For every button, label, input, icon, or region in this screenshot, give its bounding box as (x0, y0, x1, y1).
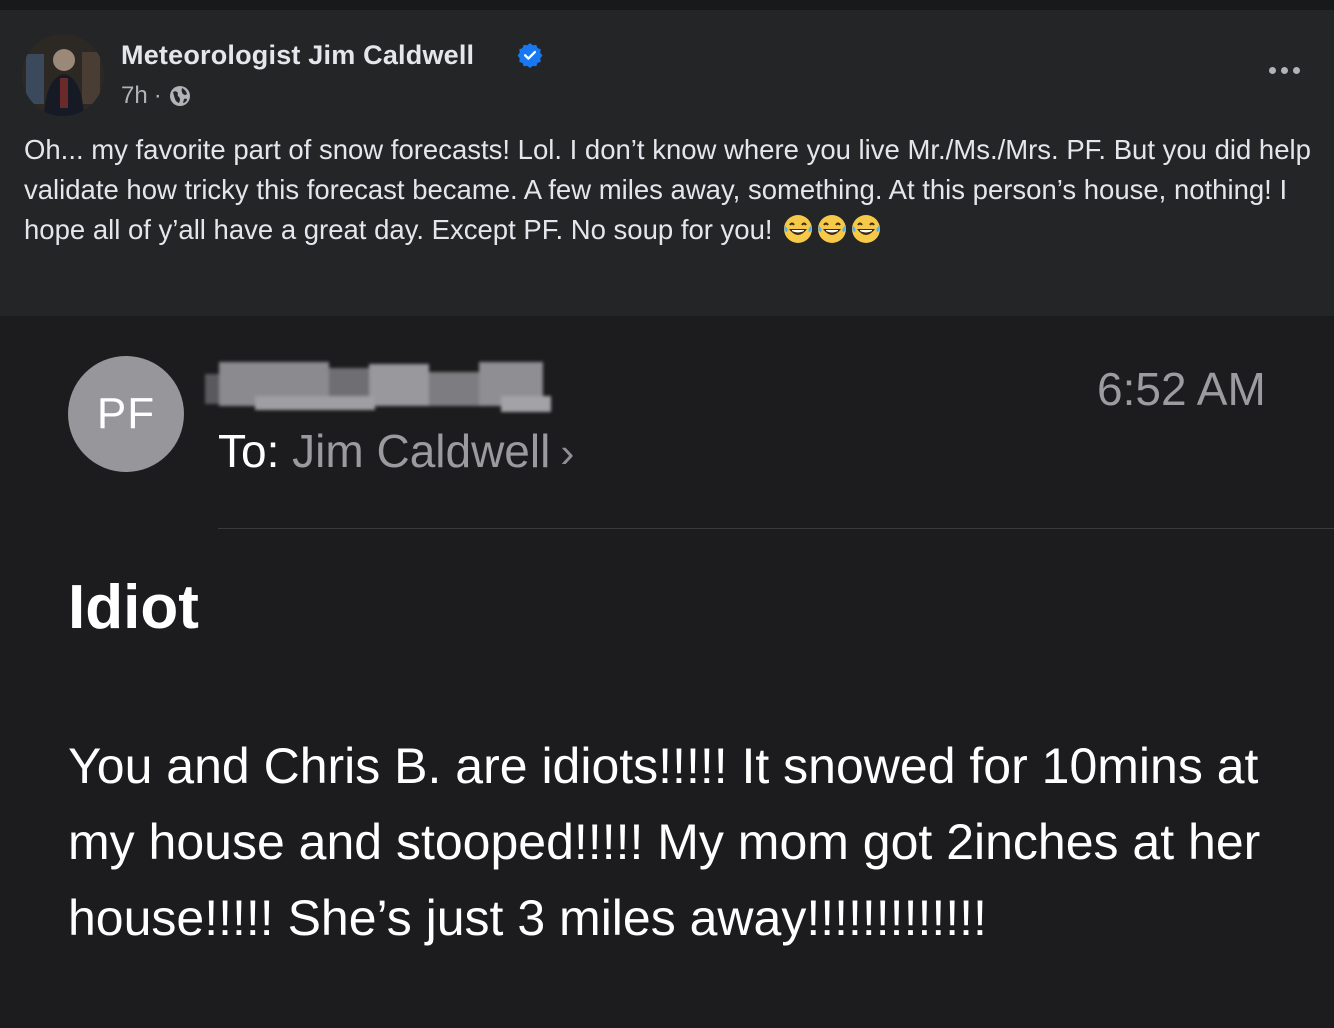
post-body: Oh... my favorite part of snow forecasts… (24, 134, 1311, 245)
header-divider (218, 528, 1334, 529)
meta-separator: · (153, 82, 162, 109)
globe-icon (169, 86, 190, 106)
laughing-tears-emoji (852, 215, 881, 243)
email-subject: Idiot (68, 573, 199, 642)
verified-badge-icon (517, 43, 543, 68)
laughing-tears-emoji (818, 215, 847, 243)
more-options-icon[interactable] (1264, 58, 1304, 82)
to-label: To: (218, 425, 280, 477)
chevron-right-icon[interactable]: › (560, 429, 574, 476)
author-name[interactable]: Meteorologist Jim Caldwell (121, 40, 474, 71)
email-time: 6:52 AM (1097, 363, 1266, 415)
top-strip (0, 0, 1334, 10)
post-text: Oh... my favorite part of snow forecasts… (24, 130, 1314, 250)
email-screenshot: PF To: Jim Caldwell › 6:52 AM Idiot You a… (0, 316, 1334, 1028)
facebook-post: Meteorologist Jim Caldwell 7h · Oh... my… (0, 10, 1334, 316)
sender-avatar: PF (68, 356, 184, 472)
laughing-tears-emoji (784, 215, 813, 243)
post-meta: 7h · (121, 82, 192, 110)
email-body: You and Chris B. are idiots!!!!! It snow… (68, 738, 1261, 946)
recipient-line[interactable]: To: Jim Caldwell › (218, 424, 574, 478)
recipient-name[interactable]: Jim Caldwell (292, 425, 550, 477)
post-time[interactable]: 7h (121, 82, 148, 110)
sender-name-redacted (205, 354, 557, 416)
author-avatar[interactable] (22, 34, 104, 116)
